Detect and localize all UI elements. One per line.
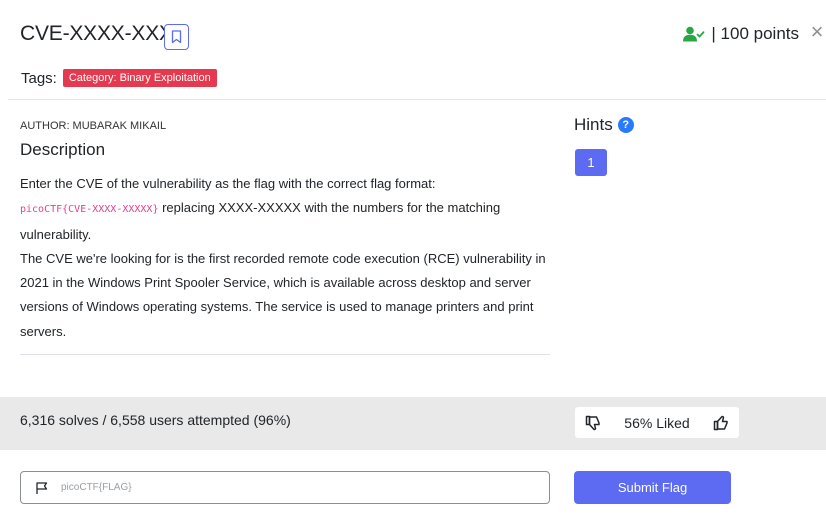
thumbs-up-icon[interactable] bbox=[713, 415, 729, 431]
flag-icon bbox=[35, 481, 49, 495]
liked-percentage: 56% Liked bbox=[624, 414, 690, 431]
points-label: | 100 points bbox=[711, 24, 799, 43]
description-line-3: The CVE we're looking for is the first r… bbox=[20, 250, 546, 339]
description-body: Enter the CVE of the vulnerability as th… bbox=[20, 172, 550, 344]
points-display: | 100 points bbox=[683, 24, 799, 44]
flag-format-code: picoCTF{CVE-XXXX-XXXXX} bbox=[20, 204, 159, 216]
tags-row: Tags: Category: Binary Exploitation bbox=[21, 69, 217, 87]
flag-input[interactable] bbox=[61, 482, 521, 493]
description-line-1: Enter the CVE of the vulnerability as th… bbox=[20, 176, 436, 191]
bookmark-button[interactable] bbox=[164, 24, 189, 50]
challenge-header: CVE-XXXX-XXXX | 100 points × Tags: Categ… bbox=[0, 0, 826, 100]
tags-label: Tags: bbox=[21, 69, 57, 87]
help-icon[interactable]: ? bbox=[617, 117, 634, 133]
user-check-icon bbox=[683, 26, 705, 42]
description-divider bbox=[20, 354, 550, 355]
close-icon[interactable]: × bbox=[808, 21, 826, 43]
header-divider bbox=[8, 99, 826, 100]
flag-input-container bbox=[20, 471, 550, 504]
like-widget: 56% Liked bbox=[575, 407, 739, 438]
challenge-title: CVE-XXXX-XXXX bbox=[20, 22, 187, 45]
description-heading: Description bbox=[20, 140, 106, 159]
solves-count: 6,316 solves / 6,558 users attempted (96… bbox=[20, 412, 291, 428]
hints-label: Hints bbox=[574, 115, 613, 134]
hints-heading: Hints ? bbox=[574, 115, 634, 135]
category-badge: Category: Binary Exploitation bbox=[62, 69, 217, 87]
thumbs-down-icon[interactable] bbox=[585, 415, 601, 431]
hint-button-1[interactable]: 1 bbox=[575, 149, 607, 176]
author-label: AUTHOR: MUBARAK MIKAIL bbox=[20, 120, 167, 132]
bookmark-icon bbox=[171, 30, 182, 44]
submit-flag-button[interactable]: Submit Flag bbox=[574, 471, 731, 504]
stats-bar: 6,316 solves / 6,558 users attempted (96… bbox=[0, 397, 826, 450]
